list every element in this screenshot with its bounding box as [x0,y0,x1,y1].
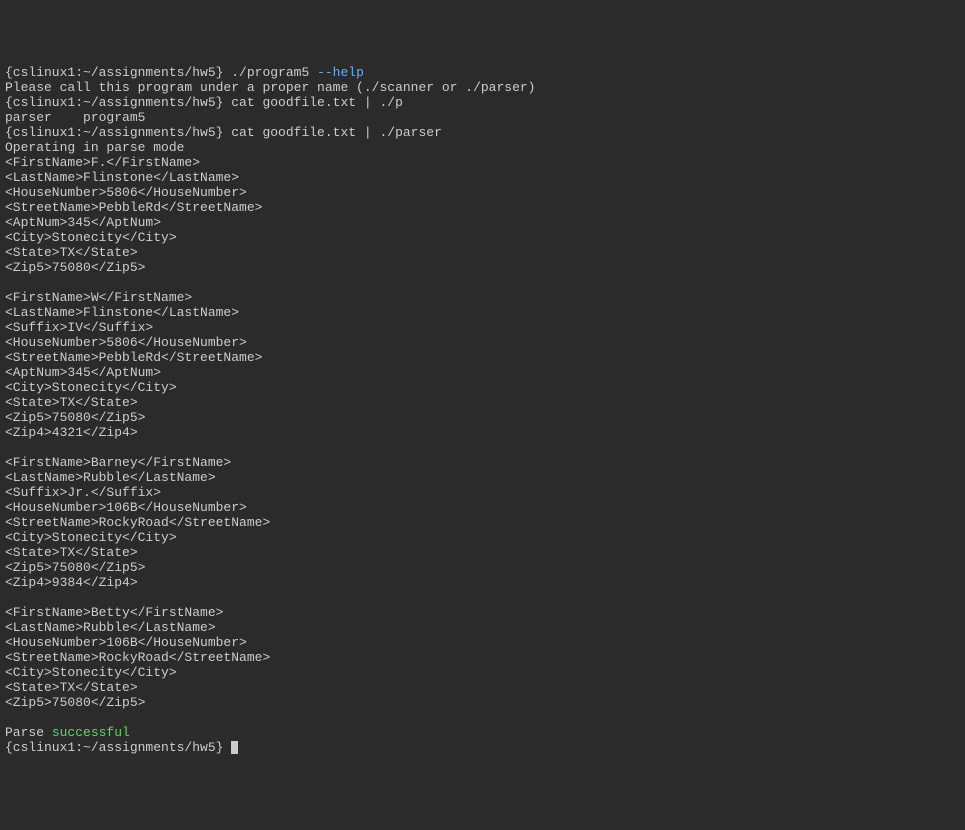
output-line: <Zip4>9384</Zip4> [5,575,138,590]
output-line: <City>Stonecity</City> [5,530,177,545]
current-prompt-line[interactable]: {cslinux1:~/assignments/hw5} [5,740,238,755]
output-line: <Zip5>75080</Zip5> [5,695,145,710]
output-line: <LastName>Flinstone</LastName> [5,305,239,320]
output-line: <HouseNumber>106B</HouseNumber> [5,635,247,650]
cursor-icon [231,741,238,754]
output-line: <StreetName>PebbleRd</StreetName> [5,200,262,215]
output-line: <Suffix>Jr.</Suffix> [5,485,161,500]
output-line: <FirstName>F.</FirstName> [5,155,200,170]
output-line: <StreetName>PebbleRd</StreetName> [5,350,262,365]
output-line: <FirstName>W</FirstName> [5,290,192,305]
output-line: <StreetName>RockyRoad</StreetName> [5,515,270,530]
output-line: <State>TX</State> [5,545,138,560]
shell-prompt: {cslinux1:~/assignments/hw5} [5,740,231,755]
help-flag: --help [317,65,364,80]
output-line: <AptNum>345</AptNum> [5,365,161,380]
output-line: <State>TX</State> [5,680,138,695]
output-line: <City>Stonecity</City> [5,230,177,245]
prompt-line-1: {cslinux1:~/assignments/hw5} ./program5 … [5,65,364,80]
output-line: <LastName>Rubble</LastName> [5,620,216,635]
output-line: <Suffix>IV</Suffix> [5,320,153,335]
output-line: Operating in parse mode [5,140,184,155]
output-line: <FirstName>Barney</FirstName> [5,455,231,470]
parse-result-line: Parse successful [5,725,130,740]
output-line: <StreetName>RockyRoad</StreetName> [5,650,270,665]
output-line: <Zip5>75080</Zip5> [5,410,145,425]
parse-label: Parse [5,725,52,740]
output-line: <City>Stonecity</City> [5,380,177,395]
output-line: <HouseNumber>5806</HouseNumber> [5,185,247,200]
output-line: <LastName>Flinstone</LastName> [5,170,239,185]
output-line: <LastName>Rubble</LastName> [5,470,216,485]
shell-prompt: {cslinux1:~/assignments/hw5} ./program5 [5,65,317,80]
output-line: parser program5 [5,110,145,125]
terminal-output[interactable]: {cslinux1:~/assignments/hw5} ./program5 … [5,65,960,755]
output-line: <HouseNumber>106B</HouseNumber> [5,500,247,515]
output-line: <State>TX</State> [5,245,138,260]
prompt-line-2: {cslinux1:~/assignments/hw5} cat goodfil… [5,95,403,110]
output-line: <Zip4>4321</Zip4> [5,425,138,440]
output-line: <AptNum>345</AptNum> [5,215,161,230]
output-line: <Zip5>75080</Zip5> [5,560,145,575]
output-line: <HouseNumber>5806</HouseNumber> [5,335,247,350]
output-line: <Zip5>75080</Zip5> [5,260,145,275]
output-line: Please call this program under a proper … [5,80,536,95]
output-line: <City>Stonecity</City> [5,665,177,680]
output-line: <State>TX</State> [5,395,138,410]
success-text: successful [52,725,130,740]
output-line: <FirstName>Betty</FirstName> [5,605,223,620]
prompt-line-3: {cslinux1:~/assignments/hw5} cat goodfil… [5,125,442,140]
